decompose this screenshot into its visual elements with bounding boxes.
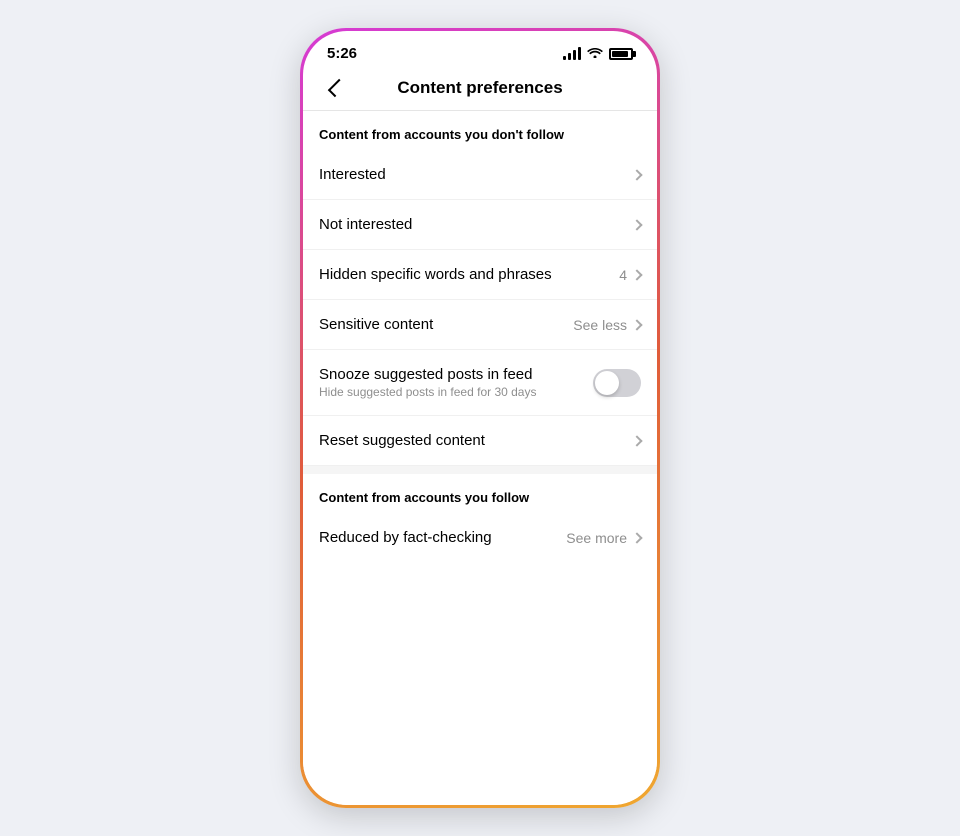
battery-icon bbox=[609, 48, 633, 60]
status-icons bbox=[563, 46, 633, 61]
back-chevron-icon bbox=[328, 79, 346, 97]
section-header-not-follow: Content from accounts you don't follow bbox=[303, 111, 657, 150]
menu-label-reduced-fact: Reduced by fact-checking bbox=[319, 529, 566, 546]
snooze-toggle[interactable] bbox=[593, 369, 641, 397]
signal-icon bbox=[563, 48, 581, 60]
see-more-text: See more bbox=[566, 530, 627, 546]
see-less-text: See less bbox=[573, 317, 627, 333]
chevron-right-icon bbox=[631, 532, 642, 543]
menu-item-interested[interactable]: Interested bbox=[303, 150, 657, 200]
menu-label-interested: Interested bbox=[319, 166, 633, 183]
menu-sublabel-snooze: Hide suggested posts in feed for 30 days bbox=[319, 385, 593, 399]
menu-label-hidden-words: Hidden specific words and phrases bbox=[319, 266, 619, 283]
menu-label-sensitive: Sensitive content bbox=[319, 316, 573, 333]
page-header: Content preferences bbox=[303, 70, 657, 111]
phone-screen: 5:26 bbox=[303, 31, 657, 805]
chevron-right-icon bbox=[631, 319, 642, 330]
chevron-right-icon bbox=[631, 219, 642, 230]
menu-label-snooze: Snooze suggested posts in feed bbox=[319, 366, 593, 383]
chevron-right-icon bbox=[631, 269, 642, 280]
menu-item-snooze[interactable]: Snooze suggested posts in feed Hide sugg… bbox=[303, 350, 657, 416]
status-bar: 5:26 bbox=[303, 31, 657, 70]
back-button[interactable] bbox=[319, 72, 351, 104]
menu-item-not-interested[interactable]: Not interested bbox=[303, 200, 657, 250]
section-header-follow: Content from accounts you follow bbox=[303, 474, 657, 513]
chevron-right-icon bbox=[631, 435, 642, 446]
menu-item-reset[interactable]: Reset suggested content bbox=[303, 416, 657, 466]
content-area: Content from accounts you don't follow I… bbox=[303, 111, 657, 805]
toggle-knob bbox=[595, 371, 619, 395]
phone-frame: 5:26 bbox=[300, 28, 660, 808]
status-time: 5:26 bbox=[327, 45, 357, 62]
menu-label-reset: Reset suggested content bbox=[319, 432, 633, 449]
section-divider bbox=[303, 466, 657, 474]
page-title: Content preferences bbox=[397, 78, 562, 98]
hidden-words-badge: 4 bbox=[619, 267, 627, 283]
menu-item-reduced-fact[interactable]: Reduced by fact-checking See more bbox=[303, 513, 657, 562]
menu-label-not-interested: Not interested bbox=[319, 216, 633, 233]
menu-item-sensitive-content[interactable]: Sensitive content See less bbox=[303, 300, 657, 350]
menu-item-hidden-words[interactable]: Hidden specific words and phrases 4 bbox=[303, 250, 657, 300]
wifi-icon bbox=[587, 46, 603, 61]
chevron-right-icon bbox=[631, 169, 642, 180]
